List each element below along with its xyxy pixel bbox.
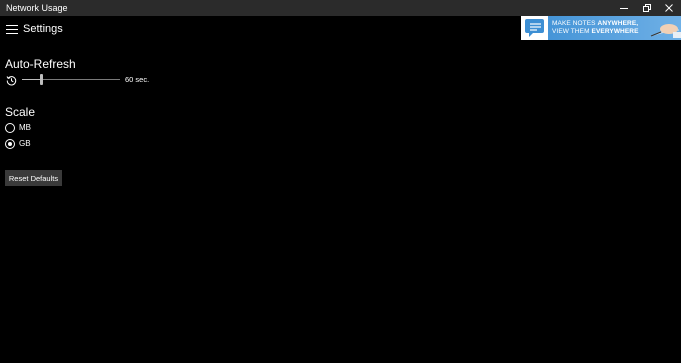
scale-title: Scale [5,105,36,119]
notes-app-logo [521,16,548,40]
page-title: Settings [23,23,63,35]
refresh-interval-value: 60 sec. [125,75,150,84]
minimize-button[interactable] [612,0,636,16]
hamburger-icon[interactable] [6,25,18,35]
minimize-icon [620,8,628,9]
radio-mb-label: MB [19,123,31,132]
refresh-slider-fill [22,79,42,80]
restore-button[interactable] [635,0,659,16]
close-icon [665,4,673,12]
radio-gb[interactable]: GB [5,138,31,150]
ad-line-2: VIEW THEM EVERYWHERE [552,28,639,35]
restore-icon [643,4,651,12]
reset-defaults-button[interactable]: Reset Defaults [5,170,62,186]
radio-mb[interactable]: MB [5,122,31,134]
ad-line-1: MAKE NOTES ANYWHERE, [552,20,639,27]
auto-refresh-title: Auto-Refresh [5,57,76,71]
radio-gb-selected-dot [8,142,12,146]
title-bar: Network Usage [0,0,681,16]
refresh-slider-thumb[interactable] [40,74,44,85]
history-icon [6,76,17,86]
app-title: Network Usage [6,3,68,13]
radio-mb-circle [5,123,15,133]
hand-writing-image [650,24,681,38]
close-button[interactable] [657,0,681,16]
radio-gb-label: GB [19,139,31,148]
notes-icon [525,19,544,37]
ad-banner[interactable]: MAKE NOTES ANYWHERE, VIEW THEM EVERYWHER… [521,16,681,40]
